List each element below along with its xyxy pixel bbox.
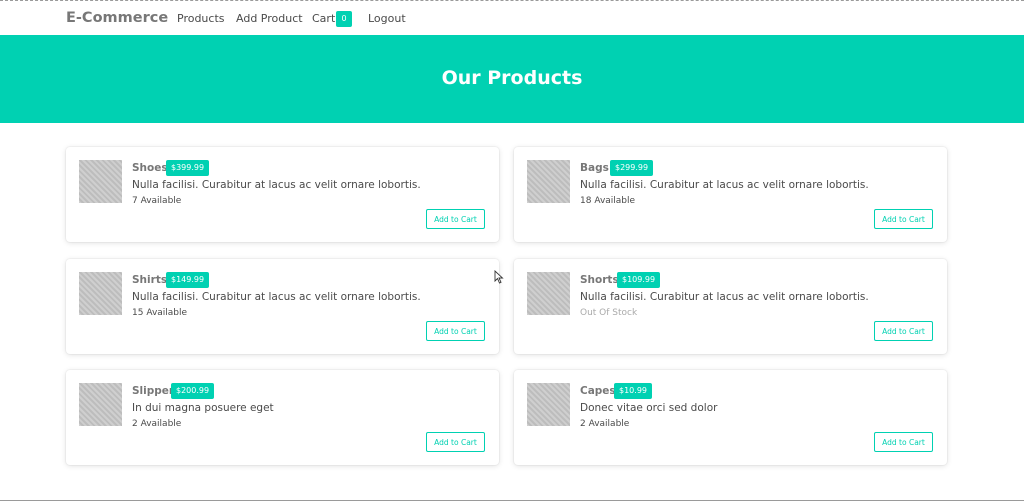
brand-logo[interactable]: E-Commerce — [66, 10, 168, 26]
page-title: Our Products — [441, 67, 583, 89]
stock-status: 7 Available — [132, 196, 182, 206]
stock-status: 15 Available — [132, 308, 188, 318]
cart-count-badge: 0 — [336, 11, 352, 27]
product-description: Nulla facilisi. Curabitur at lacus ac ve… — [132, 179, 421, 191]
product-image[interactable] — [79, 160, 122, 203]
product-description: Nulla facilisi. Curabitur at lacus ac ve… — [580, 179, 869, 191]
product-card-slipper: Slipper $200.99 In dui magna posuere ege… — [66, 370, 499, 465]
product-card-shoes: Shoes $399.99 Nulla facilisi. Curabitur … — [66, 147, 499, 242]
product-name: Capes — [580, 385, 616, 397]
nav-logout-link[interactable]: Logout — [368, 12, 406, 25]
product-name: Bags — [580, 162, 609, 174]
product-image[interactable] — [527, 160, 570, 203]
product-card-capes: Capes $10.99 Donec vitae orci sed dolor … — [514, 370, 947, 465]
product-description: Nulla facilisi. Curabitur at lacus ac ve… — [580, 291, 869, 303]
add-to-cart-button[interactable]: Add to Cart — [874, 321, 933, 341]
product-card-shirts: Shirts $149.99 Nulla facilisi. Curabitur… — [66, 259, 499, 354]
product-name: Shorts — [580, 274, 619, 286]
add-to-cart-button[interactable]: Add to Cart — [426, 321, 485, 341]
price-badge: $149.99 — [166, 272, 210, 288]
product-description: Donec vitae orci sed dolor — [580, 402, 718, 414]
mouse-pointer-icon — [494, 270, 504, 284]
product-description: Nulla facilisi. Curabitur at lacus ac ve… — [132, 291, 421, 303]
product-image[interactable] — [79, 272, 122, 315]
add-to-cart-button[interactable]: Add to Cart — [874, 209, 933, 229]
stock-status: 2 Available — [132, 419, 182, 429]
hero-banner: Our Products — [0, 35, 1024, 123]
add-to-cart-button[interactable]: Add to Cart — [874, 432, 933, 452]
price-badge: $109.99 — [617, 272, 661, 288]
product-name: Shoes — [132, 162, 168, 174]
price-badge: $399.99 — [166, 160, 210, 176]
add-to-cart-button[interactable]: Add to Cart — [426, 209, 485, 229]
stock-status: 2 Available — [580, 419, 630, 429]
product-card-bags: Bags $299.99 Nulla facilisi. Curabitur a… — [514, 147, 947, 242]
price-badge: $10.99 — [614, 383, 652, 399]
product-image[interactable] — [79, 383, 122, 426]
product-name: Shirts — [132, 274, 168, 286]
price-badge: $299.99 — [610, 160, 654, 176]
nav-cart-link[interactable]: Cart — [312, 12, 335, 25]
stock-status: Out Of Stock — [580, 308, 638, 318]
product-image[interactable] — [527, 383, 570, 426]
product-card-shorts: Shorts $109.99 Nulla facilisi. Curabitur… — [514, 259, 947, 354]
product-description: In dui magna posuere eget — [132, 402, 274, 414]
nav-products-link[interactable]: Products — [177, 12, 225, 25]
nav-add-product-link[interactable]: Add Product — [236, 12, 303, 25]
product-image[interactable] — [527, 272, 570, 315]
price-badge: $200.99 — [171, 383, 215, 399]
product-name: Slipper — [132, 385, 175, 397]
navbar: E-Commerce Products Add Product Cart 0 L… — [0, 0, 1024, 35]
divider — [0, 500, 1024, 501]
add-to-cart-button[interactable]: Add to Cart — [426, 432, 485, 452]
stock-status: 18 Available — [580, 196, 636, 206]
